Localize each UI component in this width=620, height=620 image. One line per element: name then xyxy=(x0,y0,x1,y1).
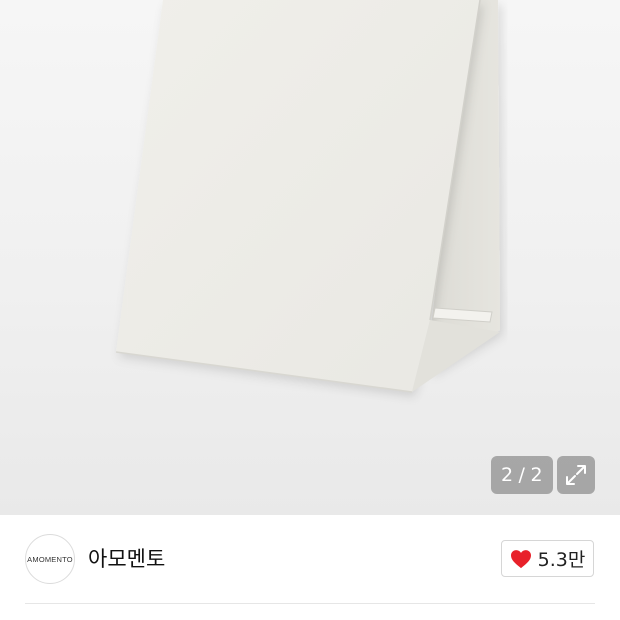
brand-name[interactable]: 아모멘토 xyxy=(88,543,165,573)
image-counter: 2 / 2 xyxy=(491,456,553,494)
brand-logo[interactable]: AMOMENTO xyxy=(25,534,75,584)
expand-arrows-icon xyxy=(566,465,586,485)
counter-separator: / xyxy=(518,464,526,486)
product-image-gallery[interactable]: 2 / 2 xyxy=(0,0,620,515)
like-count: 5.3만 xyxy=(537,549,586,571)
counter-total: 2 xyxy=(530,464,544,486)
like-button[interactable]: 5.3만 xyxy=(501,540,594,577)
heart-icon xyxy=(510,549,531,568)
divider xyxy=(25,603,595,604)
brand-logo-text: AMOMENTO xyxy=(27,554,73,564)
expand-image-button[interactable] xyxy=(557,456,595,494)
counter-current: 2 xyxy=(500,464,514,486)
brand-row: AMOMENTO 아모멘토 5.3만 xyxy=(0,515,620,605)
product-image xyxy=(115,0,500,393)
